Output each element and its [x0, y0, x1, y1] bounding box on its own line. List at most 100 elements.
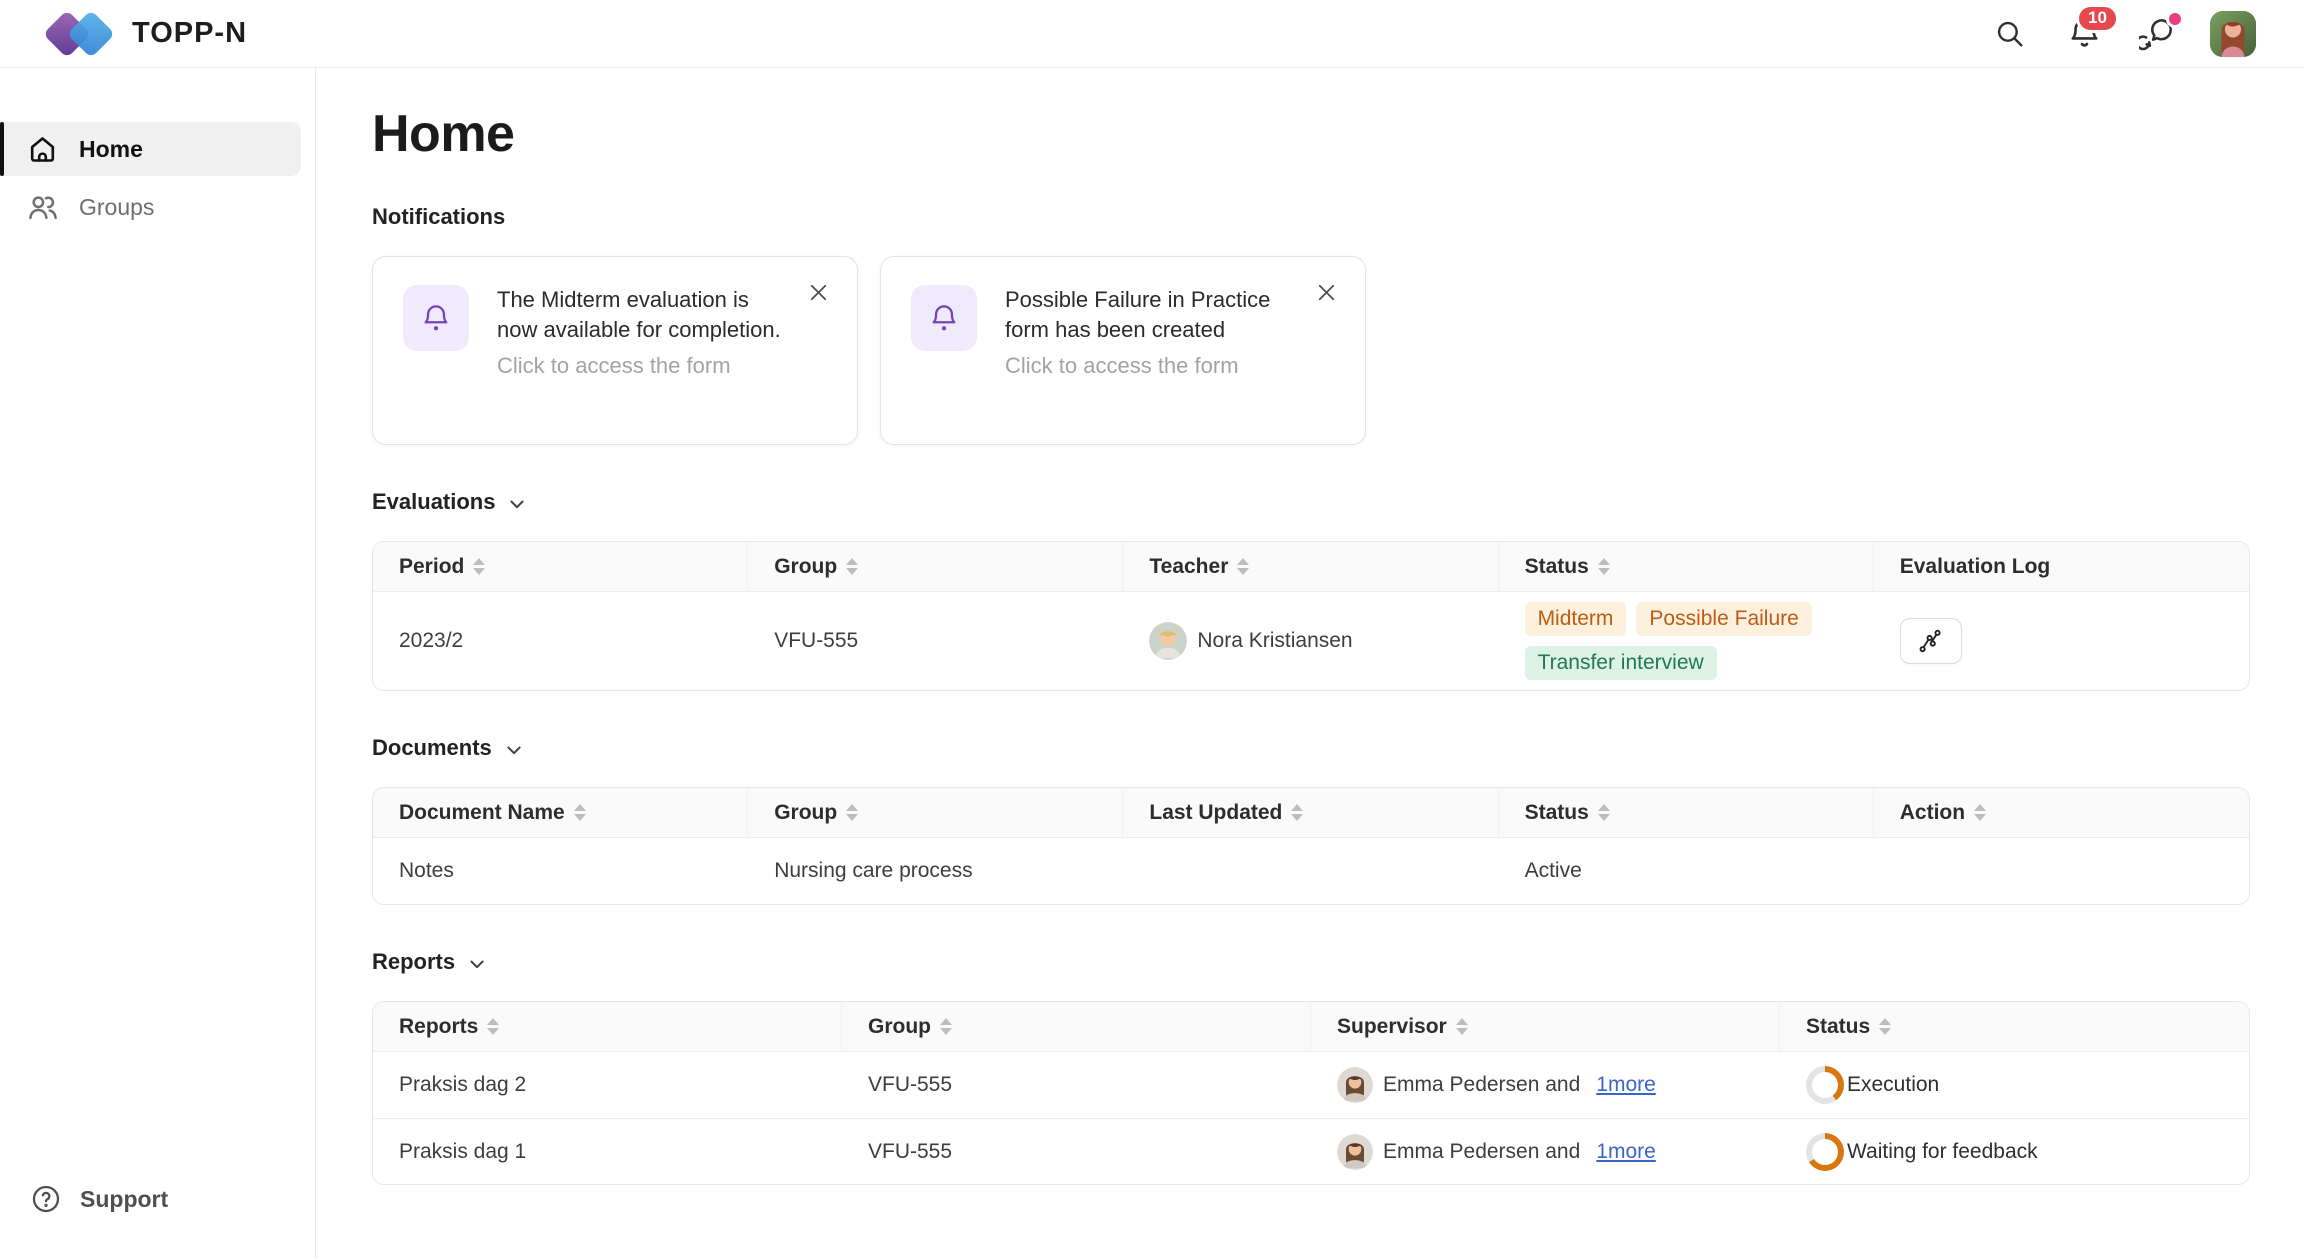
- sort-icon: [1237, 558, 1249, 575]
- period-cell: 2023/2: [373, 629, 748, 653]
- notifications-section-label: Notifications: [372, 204, 2250, 230]
- report-row: Praksis dag 1 VFU-555 Emma Pedersen and …: [373, 1118, 2249, 1184]
- supervisor-name: Emma Pedersen and: [1383, 1073, 1580, 1097]
- close-icon: [1313, 279, 1340, 306]
- notification-card[interactable]: The Midterm evaluation is now available …: [372, 256, 858, 445]
- status-cell: Midterm Possible Failure Transfer interv…: [1499, 592, 1874, 690]
- notifications-button[interactable]: 10: [2062, 12, 2106, 56]
- messages-button[interactable]: [2136, 12, 2180, 56]
- supervisor-cell: Emma Pedersen and 1more: [1311, 1134, 1780, 1170]
- bell-tile: [911, 285, 977, 351]
- notification-cards: The Midterm evaluation is now available …: [372, 256, 2250, 445]
- bell-icon: [927, 301, 961, 335]
- sort-icon: [487, 1018, 499, 1035]
- reports-section-toggle[interactable]: Reports: [372, 949, 2250, 975]
- support-label: Support: [80, 1186, 168, 1213]
- support-button[interactable]: Support: [0, 1183, 315, 1215]
- column-header-status[interactable]: Status: [1499, 542, 1874, 591]
- avatar: [1337, 1067, 1373, 1103]
- column-header-status[interactable]: Status: [1499, 788, 1874, 837]
- reports-table-header: Reports Group Supervisor Status: [373, 1002, 2249, 1052]
- sidebar: Home Groups Support: [0, 68, 316, 1259]
- group-cell: VFU-555: [842, 1073, 1311, 1097]
- column-header-group[interactable]: Group: [748, 542, 1123, 591]
- column-header-last-updated[interactable]: Last Updated: [1123, 788, 1498, 837]
- column-header-action[interactable]: Action: [1874, 801, 2249, 825]
- sort-icon: [1598, 804, 1610, 821]
- documents-section-label: Documents: [372, 735, 492, 761]
- column-header-reports[interactable]: Reports: [373, 1002, 842, 1051]
- sort-icon: [1291, 804, 1303, 821]
- help-icon: [30, 1183, 62, 1215]
- column-header-group[interactable]: Group: [748, 788, 1123, 837]
- topbar-actions: 10: [1988, 11, 2256, 57]
- column-header-status[interactable]: Status: [1780, 1015, 2249, 1039]
- user-avatar-image: [2210, 11, 2256, 57]
- column-header-teacher[interactable]: Teacher: [1123, 542, 1498, 591]
- sort-icon: [1879, 1018, 1891, 1035]
- sort-icon: [1974, 804, 1986, 821]
- reports-section-label: Reports: [372, 949, 455, 975]
- report-status-label: Waiting for feedback: [1847, 1140, 2038, 1164]
- status-cell: Waiting for feedback: [1780, 1133, 2249, 1171]
- status-cell: Active: [1499, 859, 1874, 883]
- document-row: Notes Nursing care process Active: [373, 838, 2249, 904]
- evaluation-row: 2023/2 VFU-555 Nora Kristiansen Midterm …: [373, 592, 2249, 690]
- bell-icon: [419, 301, 453, 335]
- more-supervisors-link[interactable]: 1more: [1596, 1140, 1656, 1164]
- main-content: Home Notifications The Midterm evaluatio…: [316, 68, 2304, 1259]
- supervisor-cell: Emma Pedersen and 1more: [1311, 1067, 1780, 1103]
- notification-text: Possible Failure in Practice form has be…: [1005, 285, 1293, 379]
- notification-subtitle: Click to access the form: [1005, 353, 1293, 379]
- page-title: Home: [372, 104, 2250, 164]
- evaluations-section-toggle[interactable]: Evaluations: [372, 489, 2250, 515]
- sidebar-item-label: Home: [79, 136, 143, 163]
- status-badge: Midterm: [1525, 602, 1627, 636]
- notification-card[interactable]: Possible Failure in Practice form has be…: [880, 256, 1366, 445]
- search-button[interactable]: [1988, 12, 2032, 56]
- evaluations-table: Period Group Teacher Status Evaluation L…: [372, 541, 2250, 691]
- documents-section-toggle[interactable]: Documents: [372, 735, 2250, 761]
- groups-icon: [26, 191, 59, 224]
- notification-title: Possible Failure in Practice form has be…: [1005, 285, 1293, 344]
- status-badge: Possible Failure: [1636, 602, 1811, 636]
- app-logo-icon: [50, 10, 116, 58]
- close-icon: [805, 279, 832, 306]
- chevron-down-icon: [504, 740, 524, 760]
- documents-table: Document Name Group Last Updated Status …: [372, 787, 2250, 905]
- progress-ring: [1806, 1133, 1844, 1171]
- close-notification-button[interactable]: [803, 277, 833, 307]
- sidebar-item-home[interactable]: Home: [0, 122, 301, 176]
- evaluation-log-icon: [1917, 627, 1945, 655]
- supervisor-name: Emma Pedersen and: [1383, 1140, 1580, 1164]
- column-header-period[interactable]: Period: [373, 542, 748, 591]
- report-name-cell: Praksis dag 2: [373, 1073, 842, 1097]
- sidebar-item-label: Groups: [79, 194, 154, 221]
- column-header-supervisor[interactable]: Supervisor: [1311, 1002, 1780, 1051]
- status-badge: Transfer interview: [1525, 646, 1717, 680]
- evaluations-section-label: Evaluations: [372, 489, 495, 515]
- evaluation-log-button[interactable]: [1900, 618, 1962, 664]
- progress-ring: [1806, 1066, 1844, 1104]
- documents-table-header: Document Name Group Last Updated Status …: [373, 788, 2249, 838]
- group-cell: Nursing care process: [748, 859, 1123, 883]
- teacher-cell: Nora Kristiansen: [1123, 622, 1498, 660]
- column-header-document-name[interactable]: Document Name: [373, 788, 748, 837]
- column-header-group[interactable]: Group: [842, 1002, 1311, 1051]
- sort-icon: [574, 804, 586, 821]
- report-name-cell: Praksis dag 1: [373, 1140, 842, 1164]
- sidebar-item-groups[interactable]: Groups: [0, 180, 301, 234]
- notification-count-badge: 10: [2076, 4, 2119, 33]
- close-notification-button[interactable]: [1311, 277, 1341, 307]
- sort-icon: [846, 558, 858, 575]
- sort-icon: [1598, 558, 1610, 575]
- reports-table: Reports Group Supervisor Status Praksis …: [372, 1001, 2250, 1185]
- app-name: TOPP-N: [132, 17, 247, 50]
- evaluations-table-header: Period Group Teacher Status Evaluation L…: [373, 542, 2249, 592]
- more-supervisors-link[interactable]: 1more: [1596, 1073, 1656, 1097]
- notification-text: The Midterm evaluation is now available …: [497, 285, 785, 379]
- brand[interactable]: TOPP-N: [50, 10, 247, 58]
- user-avatar[interactable]: [2210, 11, 2256, 57]
- notification-subtitle: Click to access the form: [497, 353, 785, 379]
- column-header-evaluation-log: Evaluation Log: [1874, 555, 2249, 579]
